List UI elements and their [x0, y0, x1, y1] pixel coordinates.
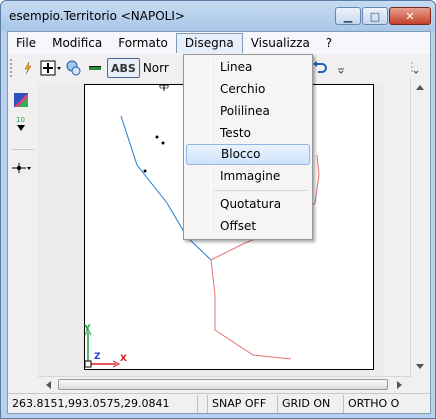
snap-button[interactable]	[19, 58, 37, 78]
svg-text:10: 10	[16, 116, 25, 124]
menu-disegna[interactable]: Disegna	[175, 33, 243, 53]
point-style-icon	[40, 60, 61, 76]
line-style-select[interactable]: Norr	[143, 59, 181, 77]
undo-icon	[312, 61, 327, 73]
grid-status[interactable]: GRID ON	[278, 394, 344, 413]
crosshair-icon	[12, 163, 31, 173]
line-button[interactable]	[86, 58, 104, 78]
abs-toggle-button[interactable]: ABS	[107, 58, 140, 78]
menu-item-quotatura[interactable]: Quotatura	[186, 194, 310, 215]
snap-mode-button[interactable]	[10, 156, 32, 180]
menu-help[interactable]: ?	[318, 33, 340, 53]
client-area: File Modifica Formato Disegna Visualizza…	[7, 31, 431, 414]
menu-separator	[214, 190, 308, 191]
chevron-down-icon	[411, 62, 419, 74]
point-marker	[161, 141, 165, 145]
menu-formato[interactable]: Formato	[110, 33, 176, 53]
undo-button[interactable]	[311, 58, 329, 78]
toolbar-overflow-right[interactable]	[410, 58, 424, 78]
vertical-scrollbar[interactable]	[410, 78, 428, 378]
menu-item-cerchio[interactable]: Cerchio	[186, 79, 310, 100]
close-button[interactable]: ✕	[389, 7, 431, 25]
title-bar[interactable]: esempio.Territorio <NAPOLI> ▁ □ ✕	[1, 1, 435, 31]
scroll-down-arrow[interactable]	[411, 358, 428, 375]
menu-visualizza[interactable]: Visualizza	[243, 33, 318, 53]
menu-item-immagine[interactable]: Immagine	[186, 166, 310, 187]
line-weight-button[interactable]: 10	[10, 112, 32, 136]
ucs-axis-indicator: Y Z X	[82, 324, 132, 374]
point-marker	[143, 169, 147, 173]
menu-item-linea[interactable]: Linea	[186, 57, 310, 78]
minimize-icon: ▁	[343, 9, 353, 23]
menu-modifica[interactable]: Modifica	[44, 33, 110, 53]
maximize-icon: □	[369, 9, 381, 23]
chevron-left-icon	[46, 380, 51, 389]
toolbar-grip[interactable]	[10, 59, 13, 77]
horizontal-scroll-thumb[interactable]	[58, 379, 388, 390]
menu-bar: File Modifica Formato Disegna Visualizza…	[8, 32, 430, 54]
line-weight-icon: 10	[16, 116, 25, 131]
chevron-down-icon	[415, 363, 424, 369]
coordinates-readout: 263.8151,993.0575,29.0841	[8, 394, 198, 413]
chevron-down-icon	[337, 68, 344, 74]
chevron-up-icon	[415, 84, 424, 90]
line-icon	[89, 66, 101, 70]
close-icon: ✕	[405, 9, 415, 23]
layers-icon	[66, 60, 81, 76]
point-style-button[interactable]	[40, 58, 62, 78]
menu-item-testo[interactable]: Testo	[186, 123, 310, 144]
scroll-right-arrow[interactable]	[392, 377, 408, 392]
snap-icon	[24, 61, 32, 75]
y-axis-label: Y	[84, 324, 91, 334]
side-toolbar: 10	[10, 88, 36, 178]
side-separator	[12, 136, 34, 150]
chevron-right-icon	[397, 380, 402, 389]
status-bar: 263.8151,993.0575,29.0841 SNAP OFF GRID …	[8, 393, 430, 413]
status-spacer	[198, 394, 208, 413]
minimize-button[interactable]: ▁	[335, 7, 361, 25]
toolbar-overflow-button[interactable]	[332, 58, 350, 78]
menu-item-blocco[interactable]: Blocco	[186, 144, 310, 165]
color-palette-button[interactable]	[10, 88, 32, 112]
scroll-up-arrow[interactable]	[411, 78, 428, 95]
menu-item-polilinea[interactable]: Polilinea	[186, 101, 310, 122]
horizontal-scrollbar[interactable]	[38, 376, 410, 392]
ortho-status[interactable]: ORTHO O	[344, 395, 404, 413]
snap-status[interactable]: SNAP OFF	[208, 394, 278, 413]
maximize-button[interactable]: □	[362, 7, 388, 25]
z-axis-label: Z	[94, 352, 101, 362]
menu-item-offset[interactable]: Offset	[186, 216, 310, 237]
color-palette-icon	[14, 93, 28, 107]
menu-file[interactable]: File	[8, 33, 44, 53]
window-title: esempio.Territorio <NAPOLI>	[9, 9, 185, 23]
x-axis-label: X	[120, 354, 127, 364]
app-window: esempio.Territorio <NAPOLI> ▁ □ ✕ File M…	[0, 0, 436, 419]
red-boundary-line-lower	[210, 259, 292, 360]
point-marker	[155, 135, 159, 139]
scroll-left-arrow[interactable]	[40, 377, 56, 392]
layers-button[interactable]	[65, 58, 83, 78]
disegna-dropdown-menu: Linea Cerchio Polilinea Testo Blocco Imm…	[183, 54, 313, 240]
